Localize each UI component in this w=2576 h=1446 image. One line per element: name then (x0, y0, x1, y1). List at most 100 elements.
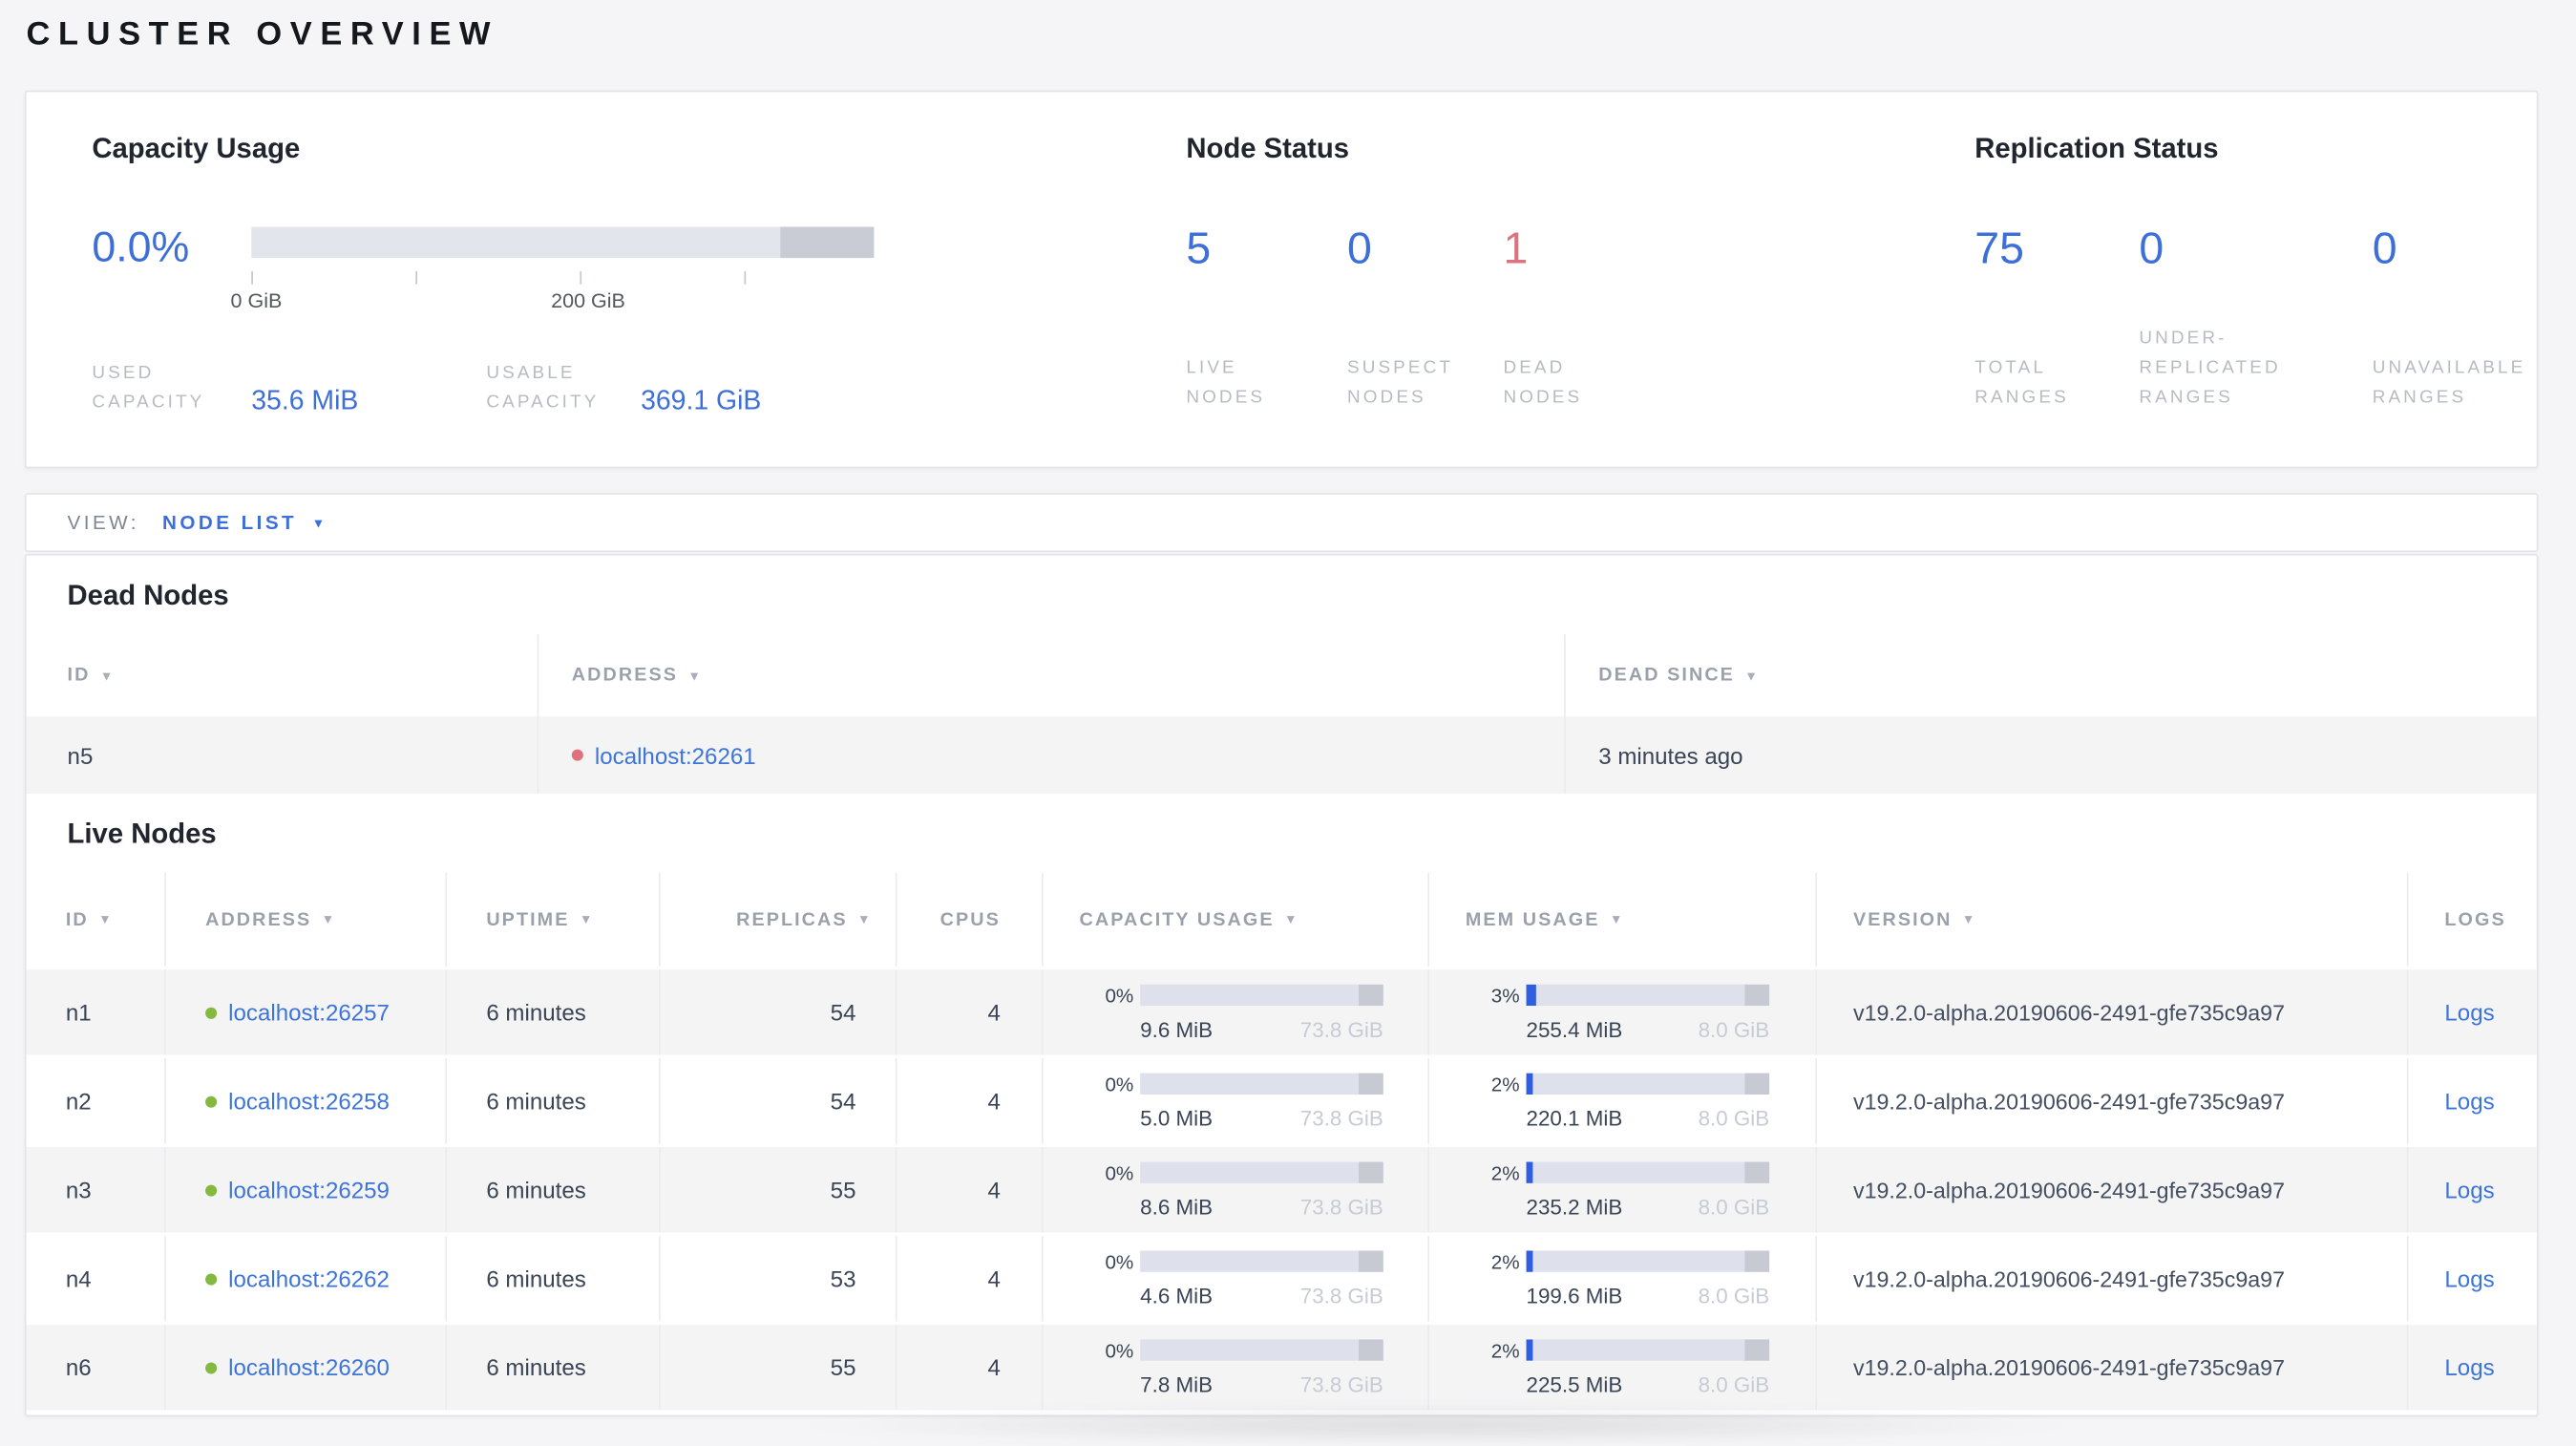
live-col-header-logs: LOGS (2406, 872, 2540, 967)
page-title: CLUSTER OVERVIEW (26, 16, 499, 53)
live-status-icon (205, 1361, 218, 1373)
node-logs-cell: Logs (2406, 1147, 2540, 1233)
node-address-link[interactable]: localhost:26257 (228, 999, 390, 1026)
under-replicated-label: UNDER-REPLICATED RANGES (2139, 328, 2281, 408)
used-capacity-label: USED CAPACITY (92, 362, 205, 413)
node-mem-usage: 2% 199.6 MiB 8.0 GiB (1427, 1235, 1815, 1322)
sort-desc-icon: ▼ (99, 668, 116, 683)
mem-usage-bar (1526, 1073, 1770, 1095)
node-uptime: 6 minutes (445, 1058, 659, 1144)
nodes-section: Dead Nodes ID ▼ ADDRESS ▼ DEAD SINCE ▼ n5 l… (24, 553, 2540, 1417)
node-capacity-usage: 0% 7.8 MiB 73.8 GiB (1041, 1324, 1427, 1411)
live-col-header-version[interactable]: VERSION ▼ (1815, 872, 2406, 967)
capacity-usage-bar (1140, 984, 1383, 1007)
node-cpus: 4 (895, 1235, 1042, 1322)
node-replicas: 53 (659, 1235, 896, 1322)
sort-desc-icon: ▼ (1744, 668, 1760, 683)
capacity-metrics: USED CAPACITY 35.6 MiB USABLE CAPACITY 3… (92, 358, 876, 417)
node-address-cell: localhost:26262 (164, 1235, 445, 1322)
node-address-link[interactable]: localhost:26260 (228, 1354, 390, 1381)
capacity-usage-bar (1140, 1073, 1383, 1095)
node-logs-link[interactable]: Logs (2444, 1177, 2494, 1203)
node-id: n4 (65, 1265, 92, 1292)
suspect-nodes-count: 0 (1346, 223, 1372, 273)
unavailable-ranges-count: 0 (2372, 223, 2397, 273)
node-capacity-usage: 0% 8.6 MiB 73.8 GiB (1041, 1147, 1427, 1233)
live-status-icon (205, 1095, 218, 1107)
view-selector-dropdown[interactable]: NODE LIST ▼ (162, 511, 328, 534)
capacity-usage-title: Capacity Usage (92, 133, 301, 165)
live-status-icon (205, 1272, 218, 1285)
dead-node-address-link[interactable]: localhost:26261 (595, 742, 756, 769)
capacity-usage-section: Capacity Usage (92, 133, 300, 165)
used-capacity-value: 35.6 MiB (251, 386, 359, 416)
node-logs-cell: Logs (2406, 1324, 2540, 1411)
live-col-header-mem[interactable]: MEM USAGE ▼ (1427, 872, 1815, 967)
capacity-bar-reserved-segment (780, 226, 875, 259)
node-logs-link[interactable]: Logs (2444, 1088, 2494, 1115)
node-version: v19.2.0-alpha.20190606-2491-gfe735c9a97 (1815, 1235, 2406, 1322)
node-address-cell: localhost:26257 (164, 969, 445, 1055)
dead-nodes-count: 1 (1503, 223, 1529, 273)
usable-capacity-label: USABLE CAPACITY (486, 362, 600, 413)
suspect-nodes-metric: 0 SUSPECT NODES (1347, 226, 1503, 412)
node-uptime: 6 minutes (445, 1324, 659, 1411)
mem-usage-bar (1526, 1250, 1770, 1272)
bottom-shadow (785, 1403, 2087, 1446)
dead-col-header-id[interactable]: ID ▼ (27, 634, 538, 716)
node-logs-link[interactable]: Logs (2444, 1265, 2494, 1292)
live-col-header-id[interactable]: ID ▼ (27, 873, 165, 967)
live-nodes-metric: 5 LIVE NODES (1186, 226, 1347, 412)
under-replicated-count: 0 (2139, 223, 2164, 273)
usable-capacity-value: 369.1 GiB (641, 386, 762, 416)
node-address-link[interactable]: localhost:26259 (228, 1177, 390, 1203)
node-logs-cell: Logs (2406, 1058, 2540, 1144)
capacity-percent: 0.0% (92, 222, 190, 271)
live-nodes-header-row: ID ▼ ADDRESS ▼ UPTIME ▼ REPLICAS ▼ CPUS CAPA… (27, 872, 2540, 967)
dead-col-header-dead-since[interactable]: DEAD SINCE ▼ (1564, 634, 2540, 717)
live-col-header-capacity[interactable]: CAPACITY USAGE ▼ (1041, 872, 1427, 967)
dead-nodes-header-row: ID ▼ ADDRESS ▼ DEAD SINCE ▼ (27, 634, 2540, 717)
node-address-cell: localhost:26260 (164, 1324, 445, 1411)
node-address-link[interactable]: localhost:26258 (228, 1088, 390, 1115)
node-logs-link[interactable]: Logs (2444, 999, 2494, 1026)
live-col-header-uptime[interactable]: UPTIME ▼ (445, 872, 659, 967)
unavailable-ranges-label: UNAVAILABLE RANGES (2372, 357, 2526, 408)
node-mem-usage: 2% 220.1 MiB 8.0 GiB (1427, 1058, 1815, 1144)
capacity-usage-chart: 0.0% 0 GiB 200 GiB (92, 222, 875, 312)
node-mem-usage: 2% 225.5 MiB 8.0 GiB (1427, 1324, 1815, 1411)
view-label: VIEW: (67, 511, 139, 535)
node-address-cell: localhost:26259 (164, 1147, 445, 1233)
node-mem-usage: 3% 255.4 MiB 8.0 GiB (1427, 969, 1815, 1055)
node-id: n3 (65, 1177, 92, 1203)
total-ranges-label: TOTAL RANGES (1974, 357, 2069, 408)
node-status-title: Node Status (1186, 133, 1350, 165)
summary-card: Capacity Usage 0.0% 0 GiB 200 GiB USED C… (24, 90, 2539, 469)
live-nodes-label: LIVE NODES (1186, 357, 1266, 408)
node-capacity-usage: 0% 4.6 MiB 73.8 GiB (1041, 1235, 1427, 1322)
node-address-link[interactable]: localhost:26262 (228, 1265, 390, 1292)
live-col-header-address[interactable]: ADDRESS ▼ (164, 872, 445, 967)
axis-tick-label-start: 0 GiB (230, 288, 283, 312)
capacity-bar (251, 226, 875, 259)
node-logs-cell: Logs (2406, 969, 2540, 1055)
cluster-overview-page: CLUSTER OVERVIEW Capacity Usage 0.0% 0 G… (0, 0, 2576, 1446)
replication-status-title: Replication Status (1974, 133, 2219, 165)
suspect-nodes-label: SUSPECT NODES (1346, 357, 1453, 408)
live-col-header-replicas[interactable]: REPLICAS ▼ (659, 872, 896, 967)
node-version: v19.2.0-alpha.20190606-2491-gfe735c9a97 (1815, 1058, 2406, 1144)
capacity-usage-bar (1140, 1161, 1383, 1183)
node-cpus: 4 (895, 1147, 1042, 1233)
dead-nodes-metric: 1 DEAD NODES (1503, 226, 1700, 412)
mem-usage-bar (1526, 1339, 1770, 1361)
capacity-usage-bar (1140, 1250, 1383, 1272)
live-status-icon (205, 1006, 218, 1018)
dead-nodes-heading: Dead Nodes (67, 580, 229, 612)
dead-col-header-address[interactable]: ADDRESS ▼ (537, 634, 1564, 717)
node-logs-link[interactable]: Logs (2444, 1354, 2494, 1381)
node-replicas: 54 (659, 969, 896, 1055)
live-node-row: n3 localhost:26259 6 minutes 55 4 0% 8.6… (26, 1143, 2540, 1233)
node-replicas: 55 (659, 1324, 896, 1411)
mem-usage-bar (1526, 984, 1770, 1007)
sort-desc-icon: ▼ (98, 911, 114, 927)
